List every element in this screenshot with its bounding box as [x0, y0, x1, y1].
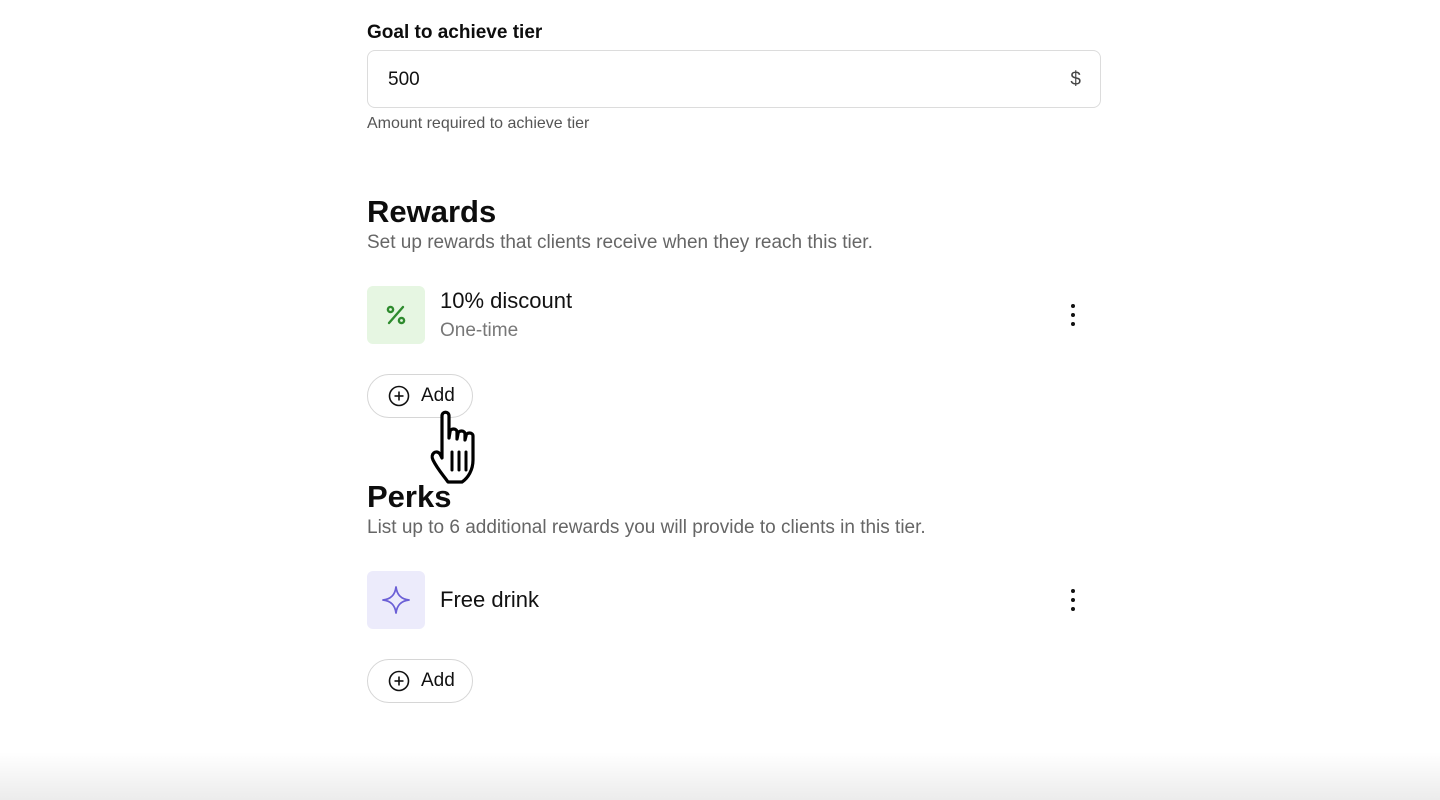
rewards-title: Rewards	[367, 194, 497, 229]
sparkle-icon	[367, 571, 425, 629]
add-reward-label: Add	[421, 385, 455, 406]
perk-item-more-icon[interactable]	[1060, 583, 1086, 617]
goal-label: Goal to achieve tier	[367, 22, 543, 43]
add-perk-button[interactable]: Add	[367, 659, 473, 703]
hand-pointer-cursor-icon	[430, 410, 475, 484]
plus-circle-icon	[388, 385, 410, 407]
goal-amount-input[interactable]: 500 $	[367, 50, 1101, 108]
reward-item-subtitle: One-time	[440, 320, 519, 341]
rewards-description: Set up rewards that clients receive when…	[367, 232, 873, 253]
percent-icon	[367, 286, 425, 344]
add-perk-label: Add	[421, 670, 455, 691]
bottom-fade	[0, 752, 1440, 800]
plus-circle-icon	[388, 670, 410, 692]
goal-helper-text: Amount required to achieve tier	[367, 115, 590, 132]
perk-item-title: Free drink	[440, 587, 540, 612]
reward-item-more-icon[interactable]	[1060, 298, 1086, 332]
tier-settings-page: Goal to achieve tier 500 $ Amount requir…	[0, 0, 1440, 800]
perks-description: List up to 6 additional rewards you will…	[367, 517, 926, 538]
reward-item-title: 10% discount	[440, 288, 573, 313]
currency-symbol: $	[1070, 69, 1081, 90]
goal-amount-value[interactable]: 500	[388, 68, 420, 92]
